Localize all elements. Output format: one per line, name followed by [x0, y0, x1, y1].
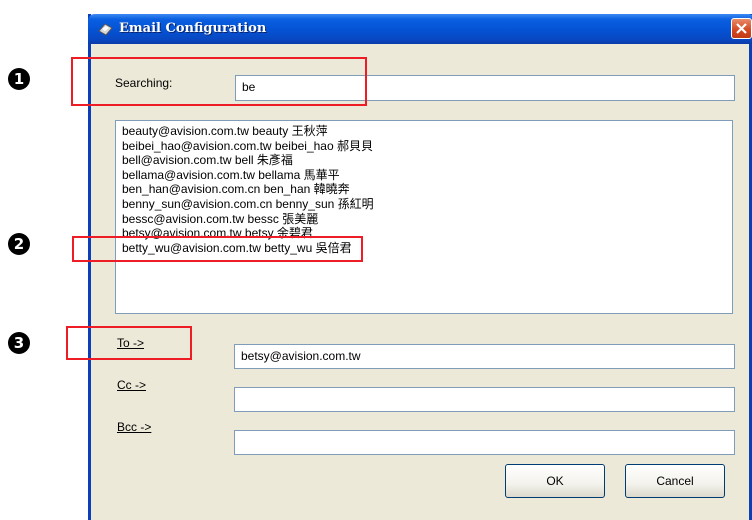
search-highlight-box [71, 57, 367, 106]
cancel-button[interactable]: Cancel [625, 464, 725, 498]
list-item[interactable]: beibei_hao@avision.com.tw beibei_hao 郝貝貝 [122, 139, 726, 154]
to-field[interactable]: betsy@avision.com.tw [234, 344, 735, 369]
list-item[interactable]: bell@avision.com.tw bell 朱彥福 [122, 153, 726, 168]
cc-button[interactable]: Cc -> [117, 378, 146, 392]
list-item[interactable]: benny_sun@avision.com.cn benny_sun 孫紅明 [122, 197, 726, 212]
cc-field[interactable] [234, 387, 735, 412]
app-icon [98, 23, 113, 36]
to-highlight-box [66, 326, 192, 360]
bcc-button[interactable]: Bcc -> [117, 420, 151, 434]
close-icon [736, 23, 747, 34]
list-item[interactable]: beauty@avision.com.tw beauty 王秋萍 [122, 124, 726, 139]
list-item[interactable]: bellama@avision.com.tw bellama 馬華平 [122, 168, 726, 183]
title-bar[interactable]: Email Configuration [88, 14, 752, 44]
close-button[interactable] [731, 18, 752, 39]
callout-2-number: 2 [13, 235, 25, 253]
callout-3-marker: 3 [8, 332, 30, 354]
bcc-field[interactable] [234, 430, 735, 455]
callout-1-number: 1 [13, 70, 25, 88]
contact-list[interactable]: beauty@avision.com.tw beauty 王秋萍 beibei_… [115, 120, 733, 314]
window-title: Email Configuration [119, 21, 267, 36]
callout-2-marker: 2 [8, 233, 30, 255]
list-item[interactable]: bessc@avision.com.tw bessc 張美麗 [122, 212, 726, 227]
callout-3-number: 3 [13, 334, 25, 352]
callout-1-marker: 1 [8, 68, 30, 90]
ok-button[interactable]: OK [505, 464, 605, 498]
list-item[interactable]: ben_han@avision.com.cn ben_han 韓曉奔 [122, 182, 726, 197]
selected-contact-highlight-box [72, 236, 363, 262]
